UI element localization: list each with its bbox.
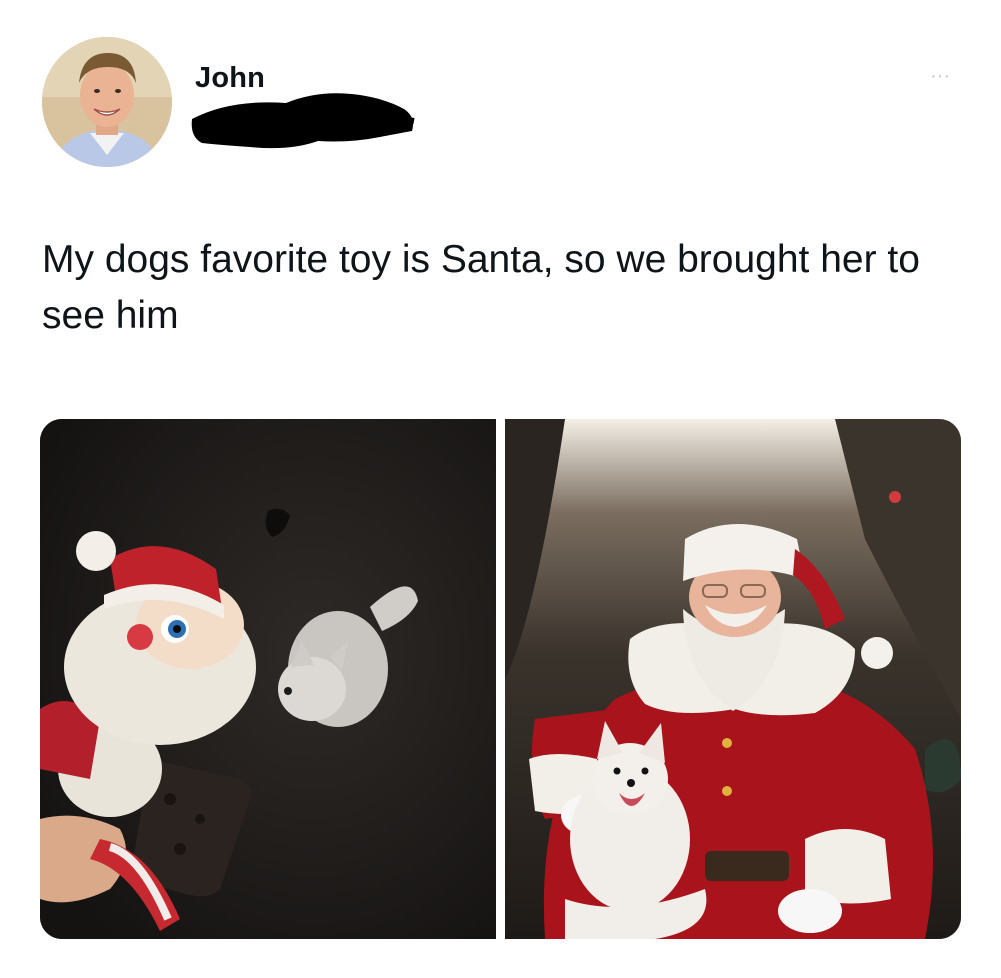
more-options-button[interactable]: ··· (918, 64, 962, 88)
redacted-handle (190, 87, 420, 162)
tweet-card: John ··· My dogs favorite toy is Santa, … (0, 0, 1001, 978)
avatar-photo (42, 37, 172, 167)
photo-dog-with-santa[interactable] (505, 419, 961, 939)
more-horizontal-icon: ··· (930, 65, 950, 87)
tweet-text: My dogs favorite toy is Santa, so we bro… (42, 238, 920, 337)
photo-santa-toy[interactable] (40, 419, 496, 939)
avatar[interactable] (42, 37, 172, 167)
media-grid (40, 419, 961, 939)
